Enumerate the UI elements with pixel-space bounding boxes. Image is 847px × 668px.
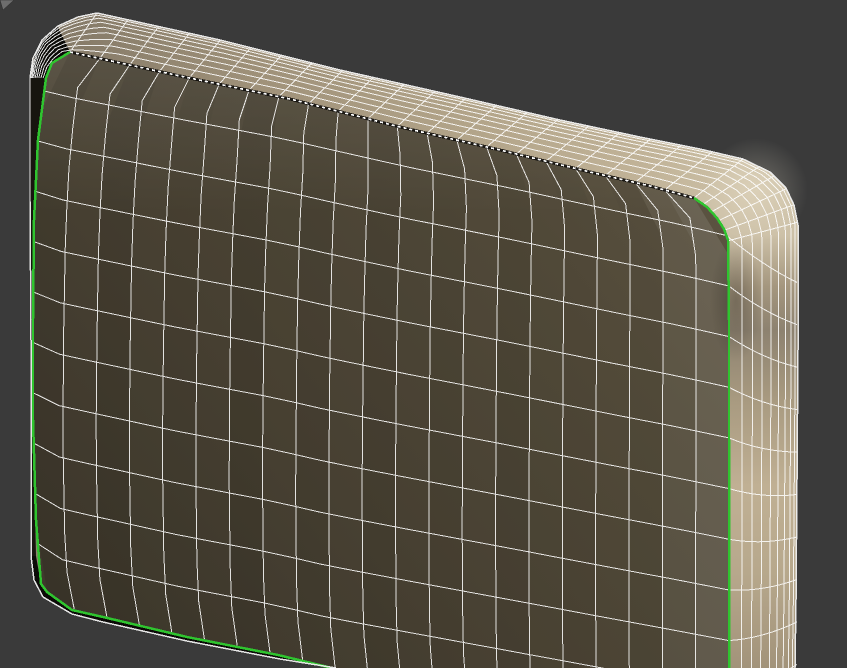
viewport-3d[interactable] <box>0 0 847 668</box>
scene-canvas <box>0 0 847 668</box>
